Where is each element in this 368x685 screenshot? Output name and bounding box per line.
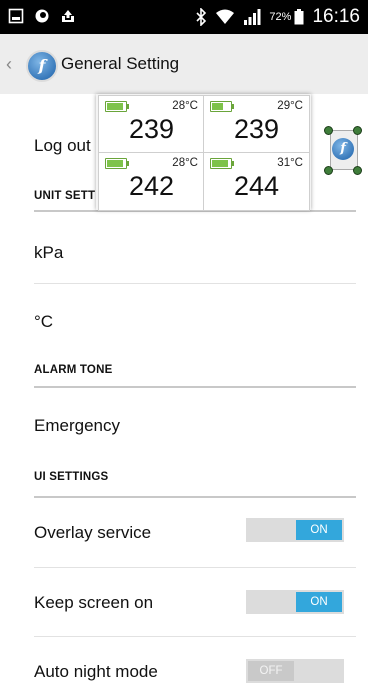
overlay-service-label: Overlay service bbox=[34, 523, 152, 542]
sensor-battery-icon bbox=[210, 158, 234, 169]
app-notification-icon bbox=[35, 9, 49, 23]
keep-screen-on-toggle-state: ON bbox=[296, 592, 342, 612]
floating-widget-logo-icon: f bbox=[332, 138, 354, 160]
alarm-tone-row[interactable]: Emergency bbox=[0, 388, 368, 458]
battery-indicator: 72% bbox=[269, 9, 304, 25]
sensor-battery-icon bbox=[210, 101, 234, 112]
back-chevron-icon[interactable]: ‹ bbox=[6, 54, 12, 75]
battery-percent: 72% bbox=[269, 11, 292, 23]
wheel-dot-icon bbox=[324, 126, 333, 135]
tire-pressure: 242 bbox=[128, 171, 175, 201]
floating-widget[interactable]: f bbox=[322, 126, 362, 176]
temperature-unit-value: °C bbox=[34, 312, 54, 331]
ui-settings-section-label: UI SETTINGS bbox=[34, 471, 109, 483]
tire-temperature: 28°C bbox=[172, 157, 198, 169]
notification-icons bbox=[8, 8, 76, 24]
alarm-tone-header: ALARM TONE bbox=[0, 355, 368, 388]
tire-pressure-overlay[interactable]: 28°C 239 29°C 239 28°C 242 31°C 244 bbox=[96, 94, 311, 211]
alarm-tone-section-label: ALARM TONE bbox=[34, 364, 113, 376]
tire-temperature: 29°C bbox=[277, 100, 303, 112]
signal-icon bbox=[244, 9, 261, 25]
keep-screen-on-toggle[interactable]: ON bbox=[246, 590, 344, 614]
tire-tile-rear-left: 28°C 242 bbox=[98, 152, 205, 211]
auto-night-mode-toggle-state: OFF bbox=[248, 661, 294, 681]
app-bar: ‹ f General Setting bbox=[0, 34, 368, 94]
alarm-tone-value: Emergency bbox=[34, 416, 120, 435]
page-title: General Setting bbox=[61, 54, 180, 73]
upload-notification-icon bbox=[62, 10, 74, 22]
tire-pressure: 244 bbox=[233, 171, 280, 201]
wheel-dot-icon bbox=[324, 166, 333, 175]
bluetooth-icon bbox=[196, 8, 207, 26]
pressure-unit-value: kPa bbox=[34, 243, 64, 262]
overlay-service-toggle-state: ON bbox=[296, 520, 342, 540]
auto-night-mode-row[interactable]: Auto night mode OFF bbox=[0, 637, 368, 685]
pressure-unit-row[interactable]: kPa bbox=[0, 212, 368, 284]
auto-night-mode-label: Auto night mode bbox=[34, 662, 158, 681]
wifi-icon bbox=[216, 9, 235, 24]
keep-screen-on-row[interactable]: Keep screen on ON bbox=[0, 568, 368, 636]
tire-tile-front-left: 28°C 239 bbox=[98, 95, 205, 154]
clock: 16:16 bbox=[312, 6, 360, 27]
logout-label: Log out bbox=[34, 136, 91, 155]
overlay-service-row[interactable]: Overlay service ON bbox=[0, 498, 368, 567]
temperature-unit-row[interactable]: °C bbox=[0, 284, 368, 354]
tire-tile-rear-right: 31°C 244 bbox=[203, 152, 310, 211]
status-icons: 72% 16:16 bbox=[195, 6, 360, 28]
keep-screen-on-label: Keep screen on bbox=[34, 593, 154, 612]
sensor-battery-icon bbox=[105, 101, 129, 112]
overlay-service-toggle[interactable]: ON bbox=[246, 518, 344, 542]
tire-temperature: 31°C bbox=[277, 157, 303, 169]
wheel-dot-icon bbox=[353, 126, 362, 135]
tire-temperature: 28°C bbox=[172, 100, 198, 112]
gallery-notification-icon bbox=[8, 8, 24, 24]
ui-settings-header: UI SETTINGS bbox=[0, 460, 368, 498]
auto-night-mode-toggle[interactable]: OFF bbox=[246, 659, 344, 683]
tire-tile-front-right: 29°C 239 bbox=[203, 95, 310, 154]
app-logo-icon[interactable]: f bbox=[26, 50, 58, 82]
status-bar: 72% 16:16 bbox=[0, 0, 368, 34]
sensor-battery-icon bbox=[105, 158, 129, 169]
wheel-dot-icon bbox=[353, 166, 362, 175]
tire-pressure: 239 bbox=[233, 114, 280, 144]
battery-icon bbox=[294, 9, 304, 25]
tire-pressure: 239 bbox=[128, 114, 175, 144]
